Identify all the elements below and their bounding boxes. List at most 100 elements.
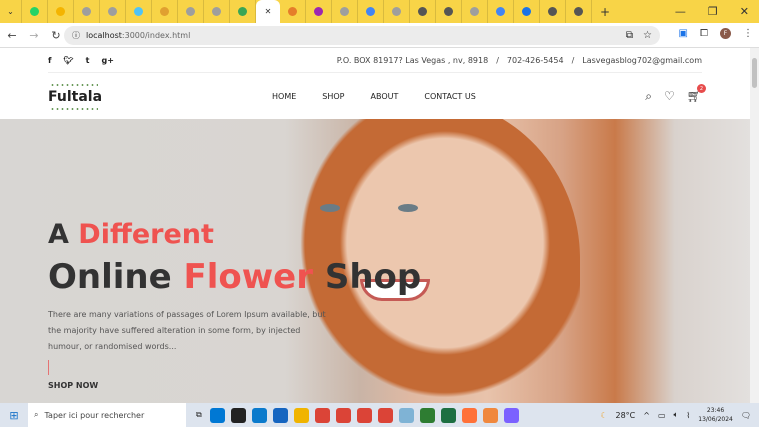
taskbar-app-icon[interactable]	[461, 407, 477, 423]
browser-tab[interactable]	[280, 0, 306, 23]
cart-count-badge: 2	[697, 84, 706, 93]
browser-tab[interactable]	[566, 0, 592, 23]
site-logo[interactable]: Fultala	[48, 82, 102, 111]
url-input[interactable]: ⓘ localhost:3000/index.html ⧉ ☆	[64, 26, 660, 45]
search-icon: ⌕	[34, 410, 39, 419]
browser-tab[interactable]	[74, 0, 100, 23]
tab-favicon-icon	[548, 7, 557, 16]
close-tab-icon[interactable]: ✕	[265, 7, 272, 16]
taskbar-app-icon[interactable]	[335, 407, 351, 423]
browser-tab[interactable]	[204, 0, 230, 23]
battery-icon[interactable]: ▭	[658, 411, 666, 420]
main-nav: HOME SHOP ABOUT CONTACT US	[272, 92, 476, 101]
tab-favicon-icon	[108, 7, 117, 16]
taskbar-app-icon[interactable]	[230, 407, 246, 423]
browser-tab[interactable]	[152, 0, 178, 23]
browser-tab[interactable]	[332, 0, 358, 23]
browser-tab[interactable]	[488, 0, 514, 23]
browser-tab[interactable]	[514, 0, 540, 23]
page-scrollbar[interactable]	[750, 48, 759, 403]
separator: /	[571, 55, 575, 65]
notifications-icon[interactable]: 🗨︎	[741, 411, 751, 420]
tray-chevron-icon[interactable]: ^	[643, 411, 650, 420]
extensions-icon[interactable]: ⧠	[700, 28, 708, 39]
restore-button[interactable]: ❐	[708, 5, 718, 18]
tab-favicon-icon	[340, 7, 349, 16]
browser-tab[interactable]	[126, 0, 152, 23]
browser-tab[interactable]	[100, 0, 126, 23]
profile-avatar[interactable]: F	[720, 28, 731, 39]
browser-tab[interactable]	[48, 0, 74, 23]
browser-tab[interactable]	[384, 0, 410, 23]
reload-icon[interactable]: ↻	[46, 29, 66, 42]
accent-line	[48, 360, 49, 375]
taskbar-search[interactable]: ⌕ Taper ici pour rechercher	[28, 403, 186, 427]
url-path: :3000/index.html	[121, 31, 191, 40]
taskbar-app-icon[interactable]	[419, 407, 435, 423]
taskbar-app-icon[interactable]	[503, 407, 519, 423]
email-link[interactable]: Lasvegasblog702@gmail.com	[582, 56, 702, 65]
site-info-icon[interactable]: ⓘ	[72, 30, 80, 41]
browser-tab[interactable]	[540, 0, 566, 23]
browser-tab[interactable]	[306, 0, 332, 23]
browser-tab[interactable]	[410, 0, 436, 23]
menu-kebab-icon[interactable]: ⋮	[743, 28, 753, 39]
site-header: Fultala HOME SHOP ABOUT CONTACT US ⌕ ♡ 🛒…	[0, 73, 750, 120]
network-icon[interactable]: ⌇	[686, 411, 690, 420]
hero-banner: A Different Online Flower Shop There are…	[0, 119, 750, 403]
hero-image-eye	[398, 204, 418, 212]
open-in-app-icon[interactable]: ⧉	[626, 30, 633, 41]
windows-taskbar: ⊞ ⌕ Taper ici pour rechercher ⧉ ☾ 28°C ^…	[0, 403, 759, 427]
back-icon[interactable]: ←	[2, 29, 22, 42]
browser-tab[interactable]	[178, 0, 204, 23]
tab-favicon-icon	[160, 7, 169, 16]
taskbar-app-icon[interactable]	[440, 407, 456, 423]
tab-favicon-icon	[366, 7, 375, 16]
browser-tab[interactable]	[22, 0, 48, 23]
windows-start-icon[interactable]: ⊞	[0, 409, 28, 422]
clock[interactable]: 23:46 13/06/2024	[698, 406, 733, 424]
nav-home[interactable]: HOME	[272, 92, 296, 101]
taskbar-app-icon[interactable]	[356, 407, 372, 423]
new-tab-button[interactable]: +	[592, 0, 618, 23]
google-plus-icon[interactable]: g+	[101, 56, 113, 65]
url-host: localhost	[86, 31, 122, 40]
tab-favicon-icon	[238, 7, 247, 16]
tumblr-icon[interactable]: t	[86, 56, 90, 65]
browser-tab[interactable]	[230, 0, 256, 23]
facebook-icon[interactable]: f	[48, 56, 51, 65]
taskbar-app-icon[interactable]	[293, 407, 309, 423]
nav-shop[interactable]: SHOP	[322, 92, 344, 101]
browser-tab[interactable]	[436, 0, 462, 23]
close-window-button[interactable]: ✕	[740, 5, 749, 18]
browser-tab[interactable]	[462, 0, 488, 23]
tab-search-button[interactable]: ⌄	[0, 0, 22, 23]
hero-image-eye	[320, 204, 340, 212]
minimize-button[interactable]: —	[675, 5, 686, 18]
taskbar-app-icon[interactable]	[209, 407, 225, 423]
tab-favicon-icon	[56, 7, 65, 16]
task-view-icon[interactable]: ⧉	[196, 410, 202, 420]
volume-icon[interactable]: 🔈︎	[674, 410, 679, 420]
forward-icon[interactable]: →	[24, 29, 44, 42]
browser-tab[interactable]	[358, 0, 384, 23]
active-tab[interactable]: ✕	[256, 0, 280, 23]
nav-about[interactable]: ABOUT	[371, 92, 399, 101]
tab-favicon-icon	[212, 7, 221, 16]
taskbar-app-icon[interactable]	[482, 407, 498, 423]
twitter-icon[interactable]: 🐦︎	[63, 56, 73, 65]
weather-icon[interactable]: ☾	[600, 411, 607, 420]
bookmark-star-icon[interactable]: ☆	[643, 30, 652, 41]
taskbar-app-icon[interactable]	[377, 407, 393, 423]
clock-date: 13/06/2024	[698, 416, 733, 423]
wishlist-heart-icon[interactable]: ♡	[664, 89, 675, 104]
weather-temp[interactable]: 28°C	[616, 411, 636, 420]
search-icon[interactable]: ⌕	[645, 89, 652, 104]
taskbar-app-icon[interactable]	[251, 407, 267, 423]
taskbar-app-icon[interactable]	[398, 407, 414, 423]
shop-now-button[interactable]: SHOP NOW	[48, 381, 98, 390]
cast-icon[interactable]: ▣	[679, 28, 688, 39]
taskbar-app-icon[interactable]	[314, 407, 330, 423]
nav-contact[interactable]: CONTACT US	[424, 92, 475, 101]
taskbar-app-icon[interactable]	[272, 407, 288, 423]
